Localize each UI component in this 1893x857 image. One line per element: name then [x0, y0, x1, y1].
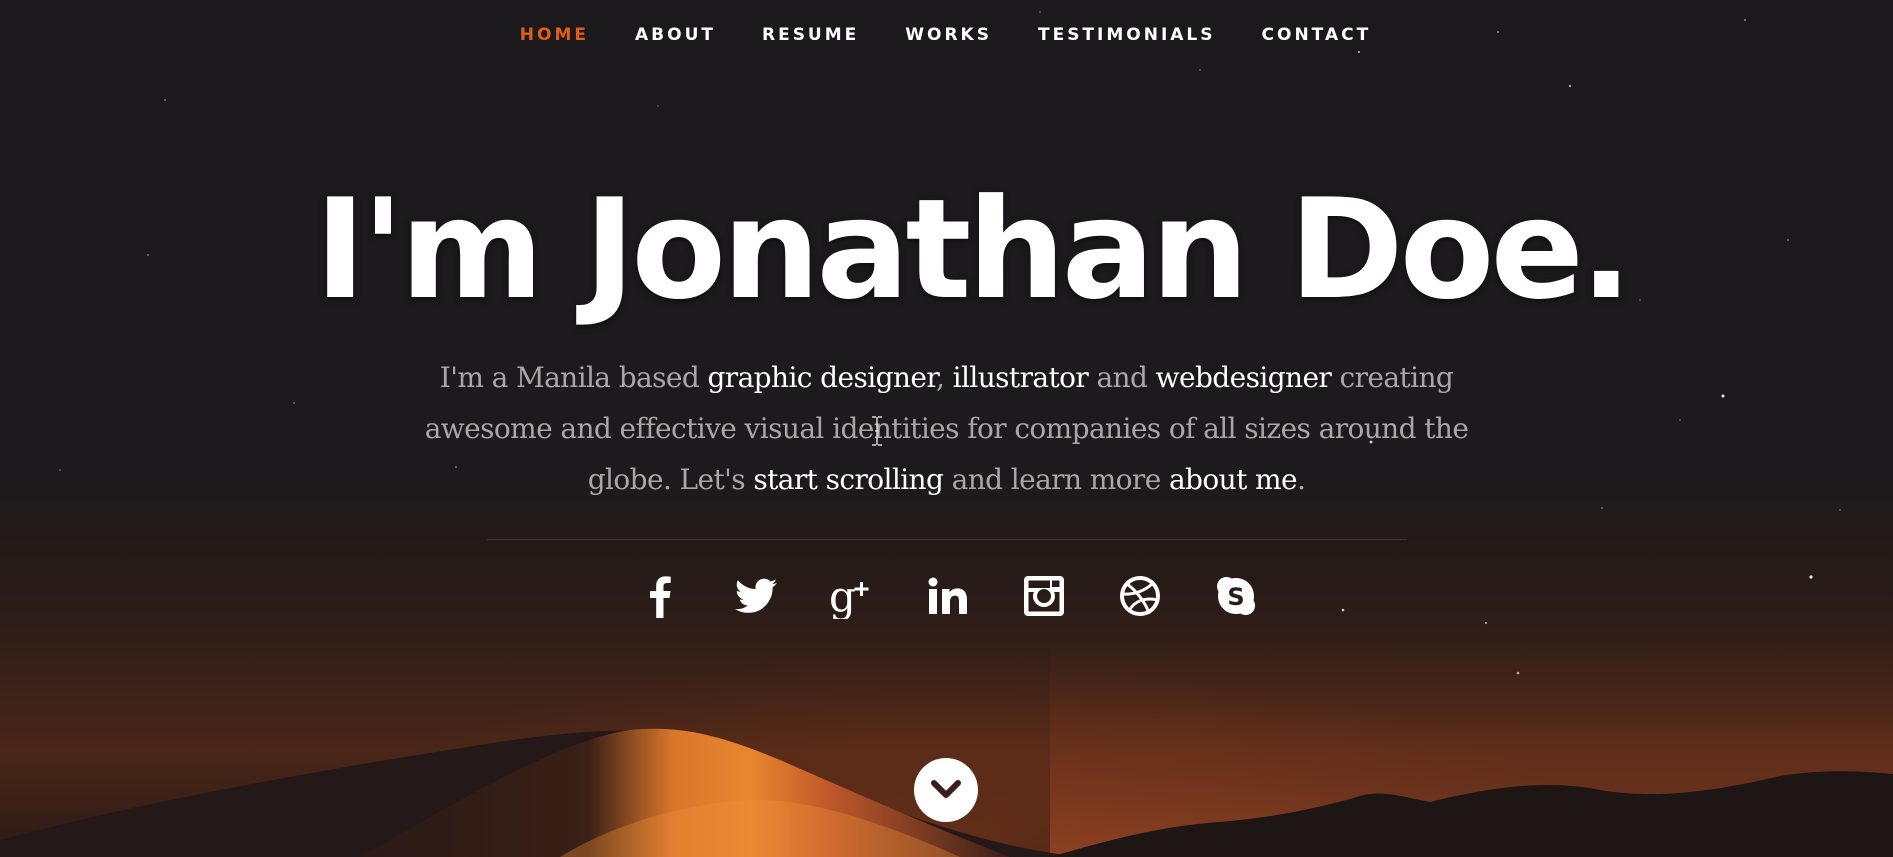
nav-item-works[interactable]: WORKS	[882, 25, 1015, 45]
text-cursor-icon	[872, 416, 882, 446]
svg-text:g: g	[829, 573, 856, 619]
hero-section: HOME ABOUT RESUME WORKS TESTIMONIALS CON…	[0, 0, 1893, 857]
page-title: I'm Jonathan Doe.	[314, 169, 1633, 330]
graphic-designer-link[interactable]: graphic designer	[707, 361, 936, 394]
nav-item-testimonials[interactable]: TESTIMONIALS	[1015, 25, 1239, 45]
skype-icon[interactable]: S	[1188, 568, 1284, 624]
nav-item-resume[interactable]: RESUME	[739, 25, 882, 45]
facebook-icon[interactable]	[612, 568, 708, 624]
intro-text-part: .	[1296, 463, 1306, 496]
about-me-link[interactable]: about me	[1169, 463, 1298, 496]
intro-text-part: I'm a Manila based	[439, 361, 708, 394]
social-links: g S	[3, 568, 1893, 624]
divider	[486, 539, 1407, 540]
main-nav: HOME ABOUT RESUME WORKS TESTIMONIALS CON…	[0, 0, 1893, 70]
instagram-icon[interactable]	[996, 568, 1092, 624]
intro-text-part: ,	[936, 361, 953, 394]
nav-item-home[interactable]: HOME	[497, 25, 612, 45]
nav-item-contact[interactable]: CONTACT	[1239, 25, 1395, 45]
banner: I'm Jonathan Doe. I'm a Manila based gra…	[0, 170, 1893, 624]
chevron-down-icon	[931, 780, 961, 798]
twitter-icon[interactable]	[708, 568, 804, 624]
svg-text:S: S	[1227, 583, 1244, 611]
linkedin-icon[interactable]	[900, 568, 996, 624]
intro-text-part: and learn more	[943, 463, 1169, 496]
nav-item-about[interactable]: ABOUT	[612, 25, 739, 45]
illustrator-link[interactable]: illustrator	[953, 361, 1089, 394]
google-plus-icon[interactable]: g	[804, 568, 900, 624]
dribbble-icon[interactable]	[1092, 568, 1188, 624]
intro-text-part: and	[1088, 361, 1156, 394]
intro-text: I'm a Manila based graphic designer, ill…	[407, 352, 1487, 505]
webdesigner-link[interactable]: webdesigner	[1156, 361, 1332, 394]
scroll-down-button[interactable]	[914, 758, 978, 822]
start-scrolling-link[interactable]: start scrolling	[753, 463, 944, 496]
